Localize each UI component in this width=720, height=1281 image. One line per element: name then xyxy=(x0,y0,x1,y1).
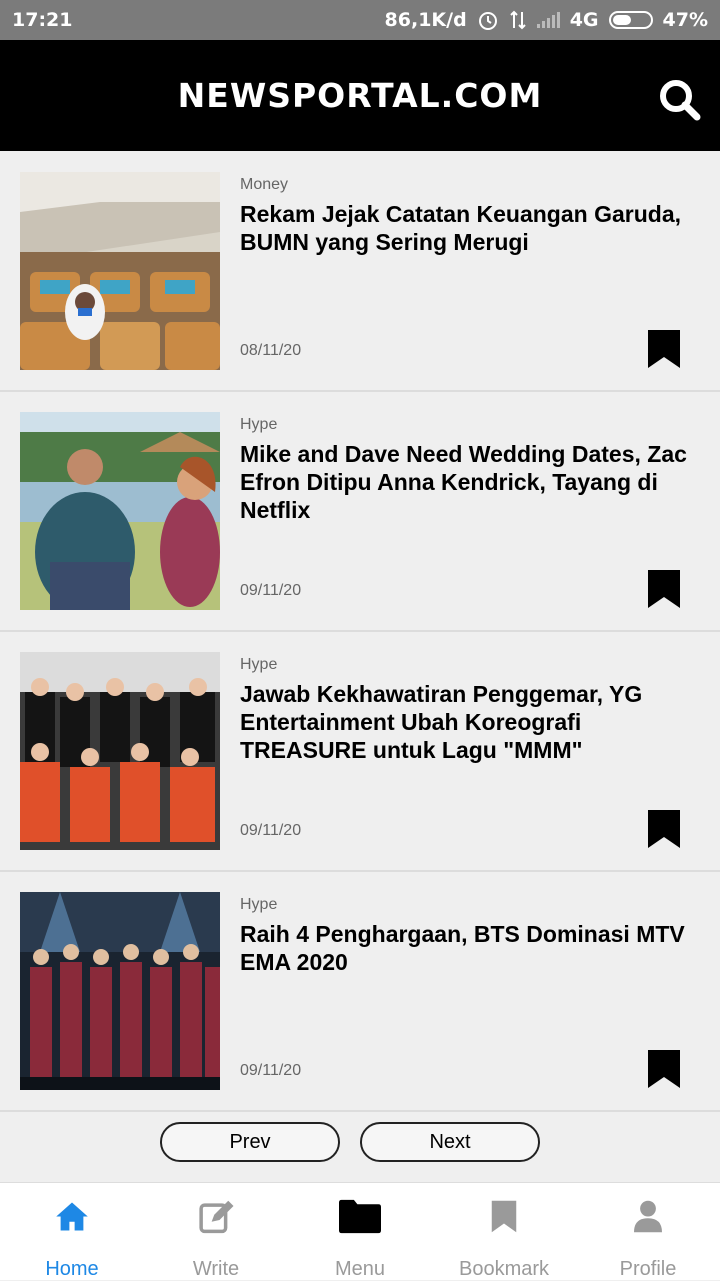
bookmark-icon[interactable] xyxy=(648,570,680,608)
nav-label: Write xyxy=(192,1258,240,1280)
article-title[interactable]: Raih 4 Penghargaan, BTS Dominasi MTV EMA… xyxy=(240,920,690,976)
signal-icon xyxy=(536,12,560,28)
nav-item-home[interactable]: Home xyxy=(0,1183,144,1281)
nav-item-profile[interactable]: Profile xyxy=(576,1183,720,1281)
article-title[interactable]: Rekam Jejak Catatan Keuangan Garuda, BUM… xyxy=(240,200,690,256)
article-thumbnail[interactable] xyxy=(20,652,220,850)
article-date: 08/11/20 xyxy=(240,342,302,359)
alarm-icon xyxy=(478,12,497,30)
network-type: 4G xyxy=(569,9,599,31)
article-card[interactable]: Hype Jawab Kekhawatiran Penggemar, YG En… xyxy=(0,632,720,872)
pagination: Prev Next xyxy=(0,1122,720,1162)
article-list: Money Rekam Jejak Catatan Keuangan Garud… xyxy=(0,152,720,1112)
nav-item-menu[interactable]: Menu xyxy=(288,1183,432,1281)
prev-button[interactable]: Prev xyxy=(160,1122,340,1162)
edit-icon xyxy=(199,1200,234,1234)
nav-label: Profile xyxy=(619,1258,677,1280)
bookmark-icon xyxy=(491,1200,517,1233)
data-transfer-icon xyxy=(509,10,526,30)
article-thumbnail[interactable] xyxy=(20,172,220,370)
battery-percent: 47% xyxy=(662,9,708,31)
article-card[interactable]: Money Rekam Jejak Catatan Keuangan Garud… xyxy=(0,152,720,392)
nav-label: Menu xyxy=(334,1258,386,1280)
nav-label: Home xyxy=(45,1258,99,1280)
article-thumbnail[interactable] xyxy=(20,892,220,1090)
status-time: 17:21 xyxy=(12,9,73,31)
status-bar: 17:21 86,1K/d 4G 47% xyxy=(0,0,720,40)
article-title[interactable]: Jawab Kekhawatiran Penggemar, YG Enterta… xyxy=(240,680,690,764)
folder-icon xyxy=(339,1199,381,1234)
bookmark-icon[interactable] xyxy=(648,330,680,368)
article-date: 09/11/20 xyxy=(240,582,302,599)
bookmark-icon[interactable] xyxy=(648,1050,680,1088)
nav-label: Bookmark xyxy=(458,1258,550,1280)
article-category: Hype xyxy=(240,416,278,433)
network-speed: 86,1K/d xyxy=(384,9,467,31)
article-date: 09/11/20 xyxy=(240,822,302,839)
bottom-nav: Home Write Menu Bookmark Profile xyxy=(0,1182,720,1280)
battery-icon xyxy=(608,11,653,29)
next-button[interactable]: Next xyxy=(360,1122,540,1162)
article-category: Hype xyxy=(240,656,278,673)
article-category: Hype xyxy=(240,896,278,913)
app-bar: NEWSPORTAL.COM xyxy=(0,40,720,151)
nav-item-bookmark[interactable]: Bookmark xyxy=(432,1183,576,1281)
nav-item-write[interactable]: Write xyxy=(144,1183,288,1281)
article-date: 09/11/20 xyxy=(240,1062,302,1079)
home-icon xyxy=(56,1202,88,1231)
person-icon xyxy=(634,1200,662,1233)
article-card[interactable]: Hype Raih 4 Penghargaan, BTS Dominasi MT… xyxy=(0,872,720,1112)
article-card[interactable]: Hype Mike and Dave Need Wedding Dates, Z… xyxy=(0,392,720,632)
search-icon[interactable] xyxy=(658,78,702,122)
bookmark-icon[interactable] xyxy=(648,810,680,848)
article-category: Money xyxy=(240,176,289,193)
app-title: NEWSPORTAL.COM xyxy=(177,76,543,115)
article-title[interactable]: Mike and Dave Need Wedding Dates, Zac Ef… xyxy=(240,440,690,524)
article-thumbnail[interactable] xyxy=(20,412,220,610)
